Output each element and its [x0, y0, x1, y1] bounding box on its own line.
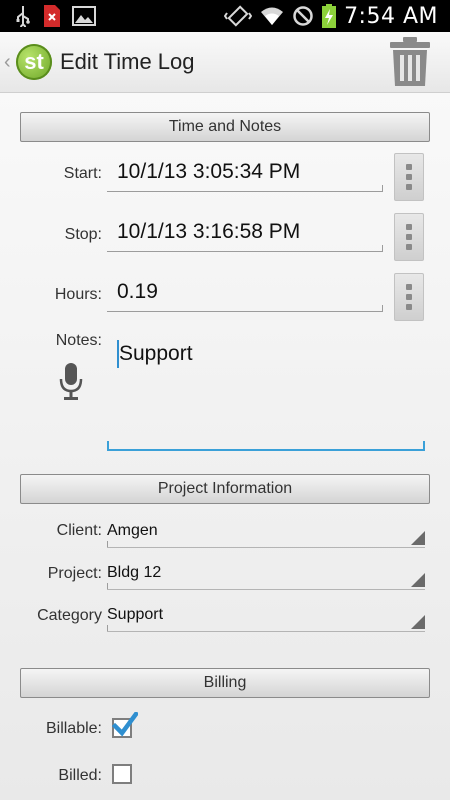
hours-field[interactable]: 0.19 — [107, 272, 383, 312]
project-label: Project: — [47, 565, 102, 582]
wifi-icon — [261, 7, 284, 25]
battery-charging-icon — [322, 4, 337, 28]
dropdown-arrow-icon — [411, 573, 425, 587]
client-dropdown[interactable]: Amgen — [107, 514, 425, 548]
action-bar: ‹ st Edit Time Log — [0, 32, 450, 93]
stop-field[interactable]: 10/1/13 3:16:58 PM — [107, 212, 383, 252]
start-field[interactable]: 10/1/13 3:05:34 PM — [107, 152, 383, 192]
delete-button[interactable] — [388, 36, 432, 88]
microphone-icon[interactable] — [58, 362, 84, 402]
status-time: 7:54 AM — [344, 3, 438, 29]
checkmark-icon — [112, 712, 138, 737]
stop-menu-button[interactable] — [394, 213, 424, 261]
dropdown-arrow-icon — [411, 531, 425, 545]
error-notification-icon — [44, 5, 60, 27]
hours-menu-button[interactable] — [394, 273, 424, 321]
category-label: Category — [37, 607, 102, 624]
page-title: Edit Time Log — [60, 49, 195, 74]
trash-icon — [390, 37, 430, 86]
hours-label: Hours: — [54, 286, 102, 303]
status-right-icons: 7:54 AM — [224, 4, 450, 29]
do-not-disturb-icon — [293, 6, 313, 26]
status-bar: 7:54 AM — [0, 0, 450, 32]
notes-label: Notes: — [55, 332, 102, 349]
client-value: Amgen — [107, 521, 158, 539]
stop-label: Stop: — [64, 226, 102, 243]
vibrate-icon — [224, 5, 253, 27]
overflow-menu-icon — [406, 164, 412, 170]
category-value: Support — [107, 605, 164, 623]
app-logo[interactable]: st — [16, 44, 52, 80]
notes-text: Support — [119, 342, 193, 365]
billable-label: Billable: — [45, 720, 102, 737]
start-menu-button[interactable] — [394, 153, 424, 201]
notes-input[interactable]: Support — [107, 334, 425, 451]
start-label: Start: — [63, 165, 102, 182]
billed-label: Billed: — [58, 767, 102, 784]
category-dropdown[interactable]: Support — [107, 598, 425, 632]
client-label: Client: — [56, 522, 102, 539]
section-header-billing: Billing — [20, 668, 430, 698]
project-value: Bldg 12 — [107, 563, 162, 581]
status-left-icons — [0, 4, 96, 28]
screen: 7:54 AM ‹ st Edit Time Log Time and Note… — [0, 0, 450, 800]
back-chevron-icon[interactable]: ‹ — [4, 51, 16, 74]
project-dropdown[interactable]: Bldg 12 — [107, 556, 425, 590]
dropdown-arrow-icon — [411, 615, 425, 629]
image-icon — [72, 6, 96, 26]
billed-checkbox[interactable] — [112, 764, 132, 784]
overflow-menu-icon — [406, 224, 412, 230]
overflow-menu-icon — [406, 284, 412, 290]
section-header-project-info: Project Information — [20, 474, 430, 504]
usb-icon — [16, 6, 30, 27]
section-header-time-notes: Time and Notes — [20, 112, 430, 142]
